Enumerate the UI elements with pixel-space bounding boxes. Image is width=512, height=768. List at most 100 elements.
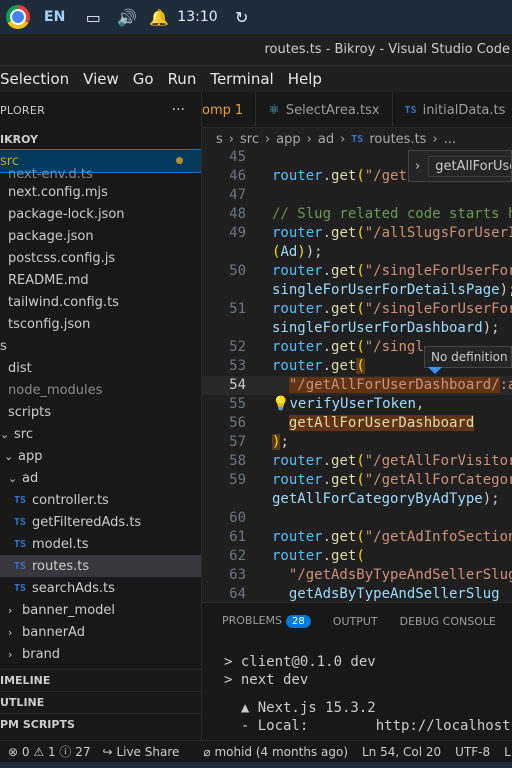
line-number: 54 bbox=[229, 377, 246, 393]
tree-item-file[interactable]: postcss.config.js bbox=[0, 247, 201, 269]
code-line[interactable]: 47 bbox=[202, 186, 512, 205]
menu-go[interactable]: Go bbox=[133, 70, 154, 88]
tree-item-folder[interactable]: s bbox=[0, 335, 201, 357]
timeline-section[interactable]: IMELINE bbox=[0, 669, 201, 691]
code-line[interactable]: 50 router.get("/singleForUserFor bbox=[202, 262, 512, 281]
window-icon[interactable]: ▭ bbox=[83, 8, 103, 27]
tree-item-file-routes[interactable]: TS routes.ts bbox=[0, 555, 201, 577]
code-line[interactable]: 51 router.get("/singleForUserFor bbox=[202, 300, 512, 319]
menu-run[interactable]: Run bbox=[168, 70, 197, 88]
menu-view[interactable]: View bbox=[83, 70, 119, 88]
code-line[interactable]: singleForUserForDashboard); bbox=[202, 319, 512, 338]
tree-item-file[interactable]: next-env.d.ts bbox=[0, 167, 201, 182]
code-line[interactable]: getAllForCategoryByAdType); bbox=[202, 490, 512, 509]
tree-item-file-searchads[interactable]: TS searchAds.ts bbox=[0, 577, 201, 599]
code-line[interactable]: 56 getAllForUserDashboard bbox=[202, 414, 512, 433]
code-line[interactable]: 57); bbox=[202, 433, 512, 452]
code-line[interactable]: 64 getAdsByTypeAndSellerSlug bbox=[202, 585, 512, 602]
npm-scripts-section[interactable]: PM SCRIPTS bbox=[0, 713, 201, 735]
sticky-scroll-suggestion[interactable]: › getAllForUser bbox=[408, 150, 512, 182]
volume-icon[interactable]: 🔊 bbox=[117, 8, 137, 27]
tree-item-file[interactable]: tsconfig.json bbox=[0, 313, 201, 335]
code-line[interactable]: 55 💡verifyUserToken, bbox=[202, 395, 512, 414]
encoding[interactable]: UTF-8 bbox=[455, 745, 490, 759]
tab-initialdata[interactable]: TS initialData.ts bbox=[393, 92, 512, 127]
line-number: 48 bbox=[229, 206, 246, 222]
tree-item-file-model[interactable]: TS model.ts bbox=[0, 533, 201, 555]
code-line[interactable]: 59 router.get("/getAllForCategor bbox=[202, 471, 512, 490]
live-share-button[interactable]: ↪ Live Share bbox=[103, 745, 180, 759]
outline-section[interactable]: UTLINE bbox=[0, 691, 201, 713]
lightbulb-icon[interactable]: 💡 bbox=[272, 396, 289, 412]
breadcrumb-item[interactable]: app bbox=[276, 132, 300, 147]
tree-item-label: getFilteredAds.ts bbox=[32, 514, 142, 530]
code-line[interactable]: 48 // Slug related code starts h bbox=[202, 205, 512, 224]
tree-item-file[interactable]: tailwind.config.ts bbox=[0, 291, 201, 313]
problems-status[interactable]: ⊗ 0 ⚠ 1 ⓘ 27 bbox=[8, 743, 91, 760]
breadcrumb-item[interactable]: ... bbox=[444, 132, 456, 147]
tree-item-file[interactable]: next.config.mjs bbox=[0, 181, 201, 203]
language-indicator[interactable]: EN bbox=[44, 9, 65, 25]
menu-help[interactable]: Help bbox=[288, 70, 322, 88]
react-icon: ⚛ bbox=[268, 102, 280, 118]
typescript-icon: TS bbox=[404, 104, 417, 116]
tree-item-file[interactable]: package.json bbox=[0, 225, 201, 247]
tree-item-folder-brand[interactable]: › brand bbox=[0, 643, 201, 665]
code-text: router.get("/singleForUserFor bbox=[272, 263, 512, 279]
tree-item-folder-scripts[interactable]: scripts bbox=[0, 401, 201, 423]
git-blame[interactable]: ⌀ mohid (4 months ago) bbox=[203, 745, 348, 759]
code-line[interactable]: (Ad)); bbox=[202, 243, 512, 262]
tree-item-label: scripts bbox=[8, 404, 51, 420]
line-number: 47 bbox=[229, 187, 246, 203]
tab-comp[interactable]: omp 1 bbox=[202, 92, 257, 127]
code-line[interactable]: 49 router.get("/allSlugsForUserI bbox=[202, 224, 512, 243]
code-line[interactable]: 63 "/getAdsByTypeAndSellerSlug bbox=[202, 566, 512, 585]
project-name[interactable]: IKROY bbox=[0, 128, 201, 150]
tree-item-folder-ad[interactable]: ⌄ ad bbox=[0, 467, 201, 489]
tree-item-label: s bbox=[0, 338, 7, 354]
code-editor[interactable]: 45 46 router.get("/get 47 48 // Slug related … bbox=[202, 150, 512, 602]
cursor-position[interactable]: Ln 54, Col 20 bbox=[362, 745, 441, 759]
tree-item-folder-node-modules[interactable]: node_modules bbox=[0, 379, 201, 401]
tab-output[interactable]: OUTPUT bbox=[333, 615, 378, 628]
tree-item-file[interactable]: package-lock.json bbox=[0, 203, 201, 225]
code-text: (Ad)); bbox=[272, 244, 323, 260]
terminal-output[interactable]: > client@0.1.0 dev > next dev ▲ Next.js … bbox=[202, 639, 512, 735]
breadcrumb-item[interactable]: s bbox=[216, 132, 223, 147]
breadcrumb-item[interactable]: ad bbox=[318, 132, 334, 147]
tree-item-folder-dist[interactable]: dist bbox=[0, 357, 201, 379]
tab-problems[interactable]: PROBLEMS 28 bbox=[222, 614, 311, 628]
chrome-icon[interactable] bbox=[6, 5, 30, 29]
line-ending[interactable]: LF bbox=[504, 745, 512, 759]
git-commit-icon: ⌀ bbox=[203, 744, 211, 759]
chevron-down-icon: ⌄ bbox=[0, 427, 10, 441]
tree-item-label: tailwind.config.ts bbox=[8, 294, 119, 310]
code-line[interactable]: 62 router.get( bbox=[202, 547, 512, 566]
more-actions-icon[interactable]: ··· bbox=[172, 102, 185, 118]
breadcrumb-item[interactable]: src bbox=[240, 132, 259, 147]
live-share-icon: ↪ bbox=[102, 744, 113, 759]
code-line[interactable]: singleForUserForDetailsPage); bbox=[202, 281, 512, 300]
typescript-icon: TS bbox=[14, 516, 27, 528]
tree-item-folder-app[interactable]: ⌄ app bbox=[0, 445, 201, 467]
window-titlebar: routes.ts - Bikroy - Visual Studio Code bbox=[0, 34, 512, 66]
tree-item-folder-banner-model[interactable]: › banner_model bbox=[0, 599, 201, 621]
bell-icon[interactable]: 🔔 bbox=[149, 8, 169, 27]
tab-selectarea[interactable]: ⚛ SelectArea.tsx bbox=[256, 92, 393, 127]
breadcrumb-item[interactable]: routes.ts bbox=[369, 132, 426, 147]
tab-debug-console[interactable]: DEBUG CONSOLE bbox=[400, 615, 496, 628]
menu-terminal[interactable]: Terminal bbox=[210, 70, 273, 88]
code-line[interactable]: 61 router.get("/getAdInfoSection bbox=[202, 528, 512, 547]
tree-item-file[interactable]: README.md bbox=[0, 269, 201, 291]
code-line[interactable]: 60 bbox=[202, 509, 512, 528]
code-line[interactable]: 58 router.get("/getAllForVisitor bbox=[202, 452, 512, 471]
menu-bar: Selection View Go Run Terminal Help bbox=[0, 66, 512, 92]
tree-item-file-controller[interactable]: TS controller.ts bbox=[0, 489, 201, 511]
tree-item-label: src bbox=[14, 426, 33, 442]
menu-selection[interactable]: Selection bbox=[0, 70, 69, 88]
tree-item-folder-bannerad[interactable]: › bannerAd bbox=[0, 621, 201, 643]
tree-item-file-getfilteredads[interactable]: TS getFilteredAds.ts bbox=[0, 511, 201, 533]
refresh-icon[interactable]: ↻ bbox=[232, 8, 252, 27]
code-line[interactable]: 54 "/getAllForUserDashboard/:a bbox=[202, 376, 512, 395]
tree-item-folder-src[interactable]: ⌄ src bbox=[0, 423, 201, 445]
